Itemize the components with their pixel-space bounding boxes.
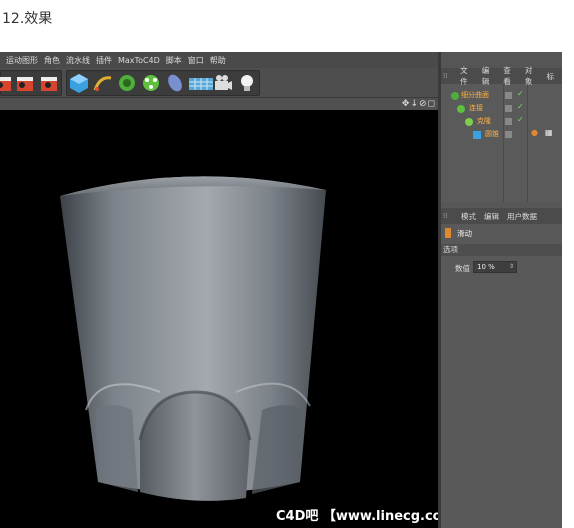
attribute-manager: ⁞⁞ 模式 编辑 用户数据 滑动 选项 数值 10 % ⇕ <box>441 208 562 528</box>
viewport[interactable]: C4D吧 【www.linecg.com/tieba/1799】 <box>0 110 438 528</box>
clapper-icon[interactable] <box>38 72 60 94</box>
camera-icon[interactable] <box>212 72 234 94</box>
check-icon[interactable]: ✓ <box>517 102 524 111</box>
cup-render <box>60 176 326 501</box>
menu-bar: 运动图形 角色 流水线 插件 MaxToC4D 脚本 窗口 帮助 <box>0 52 438 68</box>
menu-view[interactable]: 查看 <box>503 65 517 87</box>
menu-item-window[interactable]: 窗口 <box>188 55 204 66</box>
object-row-cloner[interactable]: 克隆 ✓ <box>441 115 562 128</box>
attribute-object-name: 滑动 <box>457 229 472 238</box>
object-row-connect[interactable]: 连接 ✓ <box>441 102 562 115</box>
toolbar <box>0 68 438 98</box>
clapper-icon[interactable] <box>14 72 36 94</box>
attribute-manager-menu: ⁞⁞ 模式 编辑 用户数据 <box>441 208 562 224</box>
menu-item-help[interactable]: 帮助 <box>210 55 226 66</box>
attribute-object-header: 滑动 <box>441 226 562 242</box>
cone-icon <box>473 131 481 139</box>
watermark: C4D吧 【www.linecg.com/tieba/1799】 <box>276 509 438 524</box>
pen-icon[interactable] <box>92 72 114 94</box>
cloner-icon <box>465 118 473 126</box>
clapper-icon[interactable] <box>0 72 14 94</box>
viewport-nav-icons[interactable]: ✥↓⊘◻ <box>402 99 436 109</box>
object-row-cone[interactable]: 圆锥 ● ▦ <box>441 128 562 141</box>
deformer-icon[interactable] <box>164 72 186 94</box>
array-icon[interactable] <box>140 72 162 94</box>
check-icon[interactable]: ✓ <box>517 115 524 124</box>
visibility-toggle[interactable] <box>505 105 512 112</box>
right-panels: ⁞⁞ 文件 编辑 查看 对象 标 细分曲面 ✓ 连接 ✓ 克隆 ✓ 圆锥 ● ▦… <box>441 65 562 528</box>
menu-item-maxtoc4d[interactable]: MaxToC4D <box>118 56 160 65</box>
subdivision-icon <box>451 92 459 100</box>
connect-icon <box>457 105 465 113</box>
menu-tags[interactable]: 标 <box>547 71 555 82</box>
check-icon[interactable]: ✓ <box>517 89 524 98</box>
cube-icon[interactable] <box>68 72 90 94</box>
menu-item-script[interactable]: 脚本 <box>166 55 182 66</box>
visibility-toggle[interactable] <box>505 131 512 138</box>
value-label: 数值 <box>455 264 470 273</box>
spinner-icon[interactable]: ⇕ <box>509 262 514 272</box>
grip-icon[interactable]: ⁞⁞ <box>443 212 453 220</box>
light-icon[interactable] <box>236 72 258 94</box>
menu-mode[interactable]: 模式 <box>461 211 476 222</box>
visibility-toggle[interactable] <box>505 118 512 125</box>
object-manager: ⁞⁞ 文件 编辑 查看 对象 标 细分曲面 ✓ 连接 ✓ 克隆 ✓ 圆锥 ● ▦ <box>441 65 562 202</box>
floor-icon[interactable] <box>188 72 214 94</box>
menu-edit[interactable]: 编辑 <box>482 65 496 87</box>
menu-item-character[interactable]: 角色 <box>44 55 60 66</box>
menu-file[interactable]: 文件 <box>460 65 474 87</box>
grip-icon[interactable]: ⁞⁞ <box>443 72 452 80</box>
menu-edit[interactable]: 编辑 <box>484 211 499 222</box>
slide-deformer-icon <box>445 228 451 238</box>
menu-item-mograph[interactable]: 运动图形 <box>6 55 38 66</box>
object-row-subdivision[interactable]: 细分曲面 ✓ <box>441 89 562 102</box>
viewport-header: ✥↓⊘◻ <box>0 98 438 110</box>
texture-tag-icon[interactable]: ▦ <box>545 128 553 137</box>
subdivision-icon[interactable] <box>116 72 138 94</box>
menu-user-data[interactable]: 用户数据 <box>507 211 537 222</box>
cinema4d-window: 运动图形 角色 流水线 插件 MaxToC4D 脚本 窗口 帮助 ✥↓⊘◻ C4… <box>0 52 562 528</box>
value-field-text: 10 % <box>477 263 495 271</box>
page-heading: 12.效果 <box>2 11 53 27</box>
object-manager-menu: ⁞⁞ 文件 编辑 查看 对象 标 <box>441 65 562 87</box>
menu-item-plugins[interactable]: 插件 <box>96 55 112 66</box>
value-field[interactable]: 10 % ⇕ <box>473 261 517 273</box>
check-icon[interactable]: ● <box>531 128 538 137</box>
menu-item-pipeline[interactable]: 流水线 <box>66 55 90 66</box>
visibility-toggle[interactable] <box>505 92 512 99</box>
section-options[interactable]: 选项 <box>441 244 562 256</box>
